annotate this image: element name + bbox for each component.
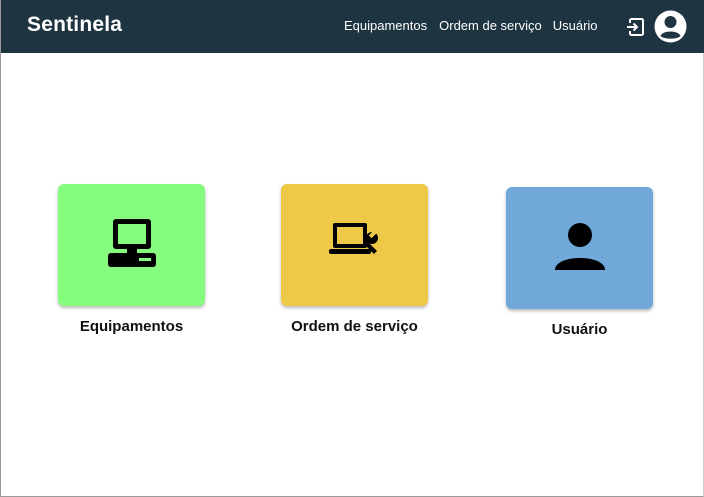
computer-repair-icon: [328, 221, 381, 270]
card-label-usuario[interactable]: Usuário: [506, 321, 653, 338]
top-navbar: Sentinela Equipamentos Ordem de serviço …: [1, 0, 704, 53]
card-label-equipamentos[interactable]: Equipamentos: [58, 318, 205, 335]
card-usuario[interactable]: [506, 187, 653, 309]
nav-link-ordem-de-servico[interactable]: Ordem de serviço: [439, 18, 542, 33]
logout-icon[interactable]: [625, 17, 645, 37]
app-window: Sentinela Equipamentos Ordem de serviço …: [0, 0, 704, 497]
account-circle-icon[interactable]: [654, 10, 687, 43]
nav-link-usuario[interactable]: Usuário: [553, 18, 598, 33]
card-equipamentos[interactable]: [58, 184, 205, 306]
card-label-ordem-de-servico[interactable]: Ordem de serviço: [271, 318, 438, 335]
brand-title[interactable]: Sentinela: [27, 13, 122, 37]
person-icon: [554, 220, 606, 277]
desktop-computer-icon: [107, 217, 157, 274]
nav-links: Equipamentos Ordem de serviço Usuário: [344, 18, 598, 33]
nav-link-equipamentos[interactable]: Equipamentos: [344, 18, 427, 33]
card-ordem-de-servico[interactable]: [281, 184, 428, 306]
